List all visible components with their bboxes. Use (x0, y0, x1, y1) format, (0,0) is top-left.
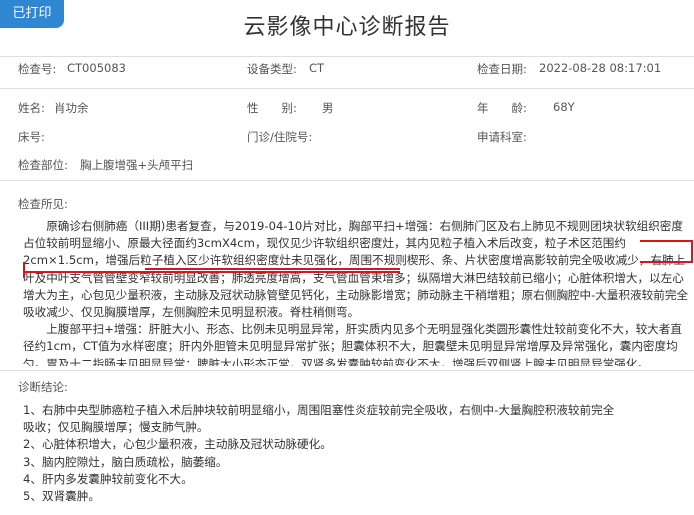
conclusion-item: 3、脑内腔隙灶，脑白质疏松，脑萎缩。 (23, 454, 228, 469)
sex-label: 性 别: (247, 101, 297, 115)
exam-part-value: 胸上腹增强+头颅平扫 (80, 158, 194, 172)
divider (0, 180, 694, 181)
divider (0, 88, 694, 89)
exam-part-label: 检查部位: (18, 158, 68, 172)
conclusion-item: 4、肝内多发囊肿较前变化不大。 (23, 471, 193, 486)
conclusion-item: 1、右肺中央型肺癌粒子植入术后肿块较前明显缩小，周围阻塞性炎症较前完全吸收，右侧… (23, 403, 615, 417)
name-label: 姓名: (18, 101, 45, 115)
exam-no-label: 检查号: (18, 62, 57, 76)
clinic-no-label: 门诊/住院号: (247, 130, 313, 144)
findings-label: 检查所见: (18, 197, 68, 211)
exam-date-label: 检查日期: (477, 62, 527, 76)
exam-date-value: 2022-08-28 08:17:01 (539, 61, 662, 75)
exam-no-value: CT005083 (67, 61, 126, 75)
device-value: CT (309, 61, 325, 75)
name-value: 肖功余 (54, 101, 89, 115)
age-value: 68Y (553, 100, 575, 114)
conclusion-item: 2、心脏体积增大，心包少量积液，主动脉及冠状动脉硬化。 (23, 437, 332, 452)
conclusion-item: 吸收；仅见胸膜增厚；慢支肺气肿。 (23, 420, 209, 435)
divider (0, 56, 694, 57)
bed-label: 床号: (18, 130, 45, 144)
sex-value: 男 (322, 101, 334, 115)
conclusion-label: 诊断结论: (18, 380, 68, 394)
device-label: 设备类型: (247, 62, 297, 76)
findings-paragraph: 上腹部平扫+增强：肝脏大小、形态、比例未见明显异常，肝实质内见多个无明显强化类圆… (23, 322, 682, 366)
conclusion-list: 1、右肺中央型肺癌粒子植入术后肿块较前明显缩小，周围阻塞性炎症较前完全吸收，右侧… (23, 402, 683, 505)
divider (0, 370, 694, 371)
age-label: 年 龄: (477, 101, 527, 115)
findings-paragraph: 原确诊右侧肺癌（III期)患者复查，与2019-04-10片对比，胸部平扫+增强… (23, 219, 689, 320)
report-title: 云影像中心诊断报告 (243, 15, 451, 40)
conclusion-item: 5、双肾囊肿。 (23, 489, 100, 504)
dept-label: 申请科室: (477, 130, 527, 144)
findings-text: 原确诊右侧肺癌（III期)患者复查，与2019-04-10片对比，胸部平扫+增强… (23, 218, 693, 366)
